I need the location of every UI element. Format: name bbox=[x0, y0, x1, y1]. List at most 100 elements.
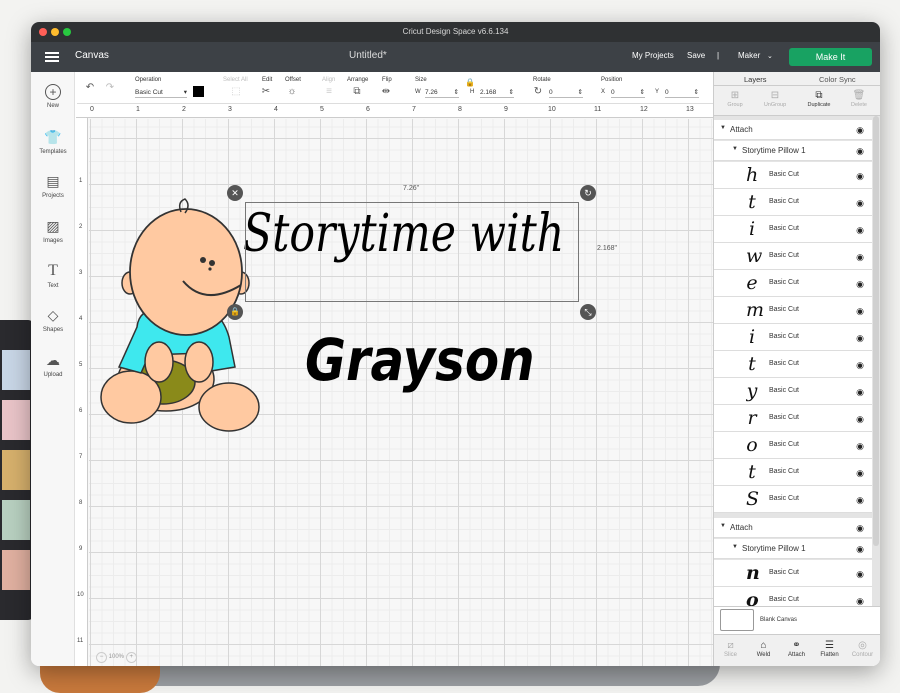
close-window-button[interactable] bbox=[39, 28, 47, 36]
eye-icon[interactable]: ◉ bbox=[856, 596, 864, 606]
menu-icon[interactable] bbox=[45, 52, 59, 62]
layer-group-attach[interactable]: ▼ Attach ◉ bbox=[714, 518, 872, 538]
eye-icon[interactable]: ◉ bbox=[856, 306, 864, 317]
delete-handle-icon[interactable]: ✕ bbox=[227, 185, 243, 201]
stepper-icon[interactable]: ⇕ bbox=[509, 88, 514, 98]
sidebar-item-shapes[interactable]: ◇ Shapes bbox=[31, 306, 75, 333]
layer-row[interactable]: o Basic Cut ◉ bbox=[714, 432, 872, 459]
weld-button[interactable]: ⌂ Weld bbox=[747, 639, 780, 658]
eye-icon[interactable]: ◉ bbox=[856, 441, 864, 452]
eye-icon[interactable]: ◉ bbox=[856, 544, 864, 555]
ungroup-button[interactable]: ⊟ UnGroup bbox=[754, 90, 796, 108]
eye-icon[interactable]: ◉ bbox=[856, 468, 864, 479]
layer-group-pillow[interactable]: ▼ Storytime Pillow 1 ◉ bbox=[714, 141, 872, 161]
make-it-button[interactable]: Make It bbox=[789, 48, 872, 66]
eye-icon[interactable]: ◉ bbox=[856, 125, 864, 136]
redo-icon[interactable]: ↷ bbox=[103, 83, 117, 93]
sidebar-item-templates[interactable]: 👕 Templates bbox=[31, 128, 75, 155]
offset-icon[interactable]: ☼ bbox=[285, 87, 299, 97]
save-button[interactable]: Save bbox=[687, 51, 705, 60]
lock-handle-icon[interactable]: 🔒 bbox=[227, 304, 243, 320]
layer-row[interactable]: t Basic Cut ◉ bbox=[714, 189, 872, 216]
layer-row[interactable]: S Basic Cut ◉ bbox=[714, 486, 872, 513]
collapse-icon[interactable]: ▼ bbox=[720, 125, 726, 131]
layer-group-attach[interactable]: ▼ Attach ◉ bbox=[714, 120, 872, 140]
delete-button[interactable]: 🗑 Delete bbox=[838, 90, 880, 108]
zoom-control[interactable]: − 100% + bbox=[96, 652, 137, 663]
resize-handle-icon[interactable]: ⤡ bbox=[580, 304, 596, 320]
layer-row[interactable]: i Basic Cut ◉ bbox=[714, 216, 872, 243]
tab-layers[interactable]: Layers bbox=[744, 75, 767, 84]
sidebar-item-text[interactable]: T Text bbox=[31, 262, 75, 289]
eye-icon[interactable]: ◉ bbox=[856, 523, 864, 534]
layer-row[interactable]: o Basic Cut ◉ bbox=[714, 587, 872, 606]
layer-row[interactable]: e Basic Cut ◉ bbox=[714, 270, 872, 297]
eye-icon[interactable]: ◉ bbox=[856, 414, 864, 425]
collapse-icon[interactable]: ▼ bbox=[732, 146, 738, 152]
duplicate-button[interactable]: ⧉ Duplicate bbox=[798, 90, 840, 108]
undo-icon[interactable]: ↶ bbox=[83, 83, 97, 93]
zoom-in-icon[interactable]: + bbox=[125, 652, 137, 663]
eye-icon[interactable]: ◉ bbox=[856, 171, 864, 182]
layer-row[interactable]: i Basic Cut ◉ bbox=[714, 324, 872, 351]
layer-row[interactable]: w Basic Cut ◉ bbox=[714, 243, 872, 270]
contour-button[interactable]: ◎ Contour bbox=[846, 639, 879, 658]
blank-canvas-swatch[interactable] bbox=[720, 609, 754, 631]
slice-button[interactable]: ⧄ Slice bbox=[714, 639, 747, 658]
layer-row[interactable]: r Basic Cut ◉ bbox=[714, 405, 872, 432]
attach-button[interactable]: ⚭ Attach bbox=[780, 639, 813, 658]
layers-scrollbar[interactable] bbox=[873, 116, 879, 546]
y-input[interactable]: 0 ⇕ bbox=[665, 88, 699, 98]
flip-icon[interactable]: ⇹ bbox=[379, 87, 393, 97]
edit-icon[interactable]: ✂ bbox=[259, 87, 273, 97]
zoom-window-button[interactable] bbox=[63, 28, 71, 36]
eye-icon[interactable]: ◉ bbox=[856, 279, 864, 290]
sidebar-item-new[interactable]: + New bbox=[31, 84, 75, 109]
group-button[interactable]: ⊞ Group bbox=[714, 90, 756, 108]
eye-icon[interactable]: ◉ bbox=[856, 333, 864, 344]
eye-icon[interactable]: ◉ bbox=[856, 252, 864, 263]
arrange-icon[interactable]: ⧉ bbox=[350, 87, 364, 97]
eye-icon[interactable]: ◉ bbox=[856, 360, 864, 371]
chevron-down-icon[interactable]: ⌄ bbox=[767, 52, 773, 60]
zoom-out-icon[interactable]: − bbox=[96, 652, 107, 663]
select-all-icon[interactable]: ⬚ bbox=[229, 87, 243, 97]
layer-row[interactable]: t Basic Cut ◉ bbox=[714, 351, 872, 378]
stepper-icon[interactable]: ⇕ bbox=[578, 88, 583, 98]
width-input[interactable]: 7.26 ⇕ bbox=[425, 88, 459, 98]
tab-color-sync[interactable]: Color Sync bbox=[819, 75, 856, 84]
eye-icon[interactable]: ◉ bbox=[856, 495, 864, 506]
layer-row[interactable]: m Basic Cut ◉ bbox=[714, 297, 872, 324]
rotate-handle-icon[interactable]: ↻ bbox=[580, 185, 596, 201]
eye-icon[interactable]: ◉ bbox=[856, 198, 864, 209]
minimize-window-button[interactable] bbox=[51, 28, 59, 36]
rotate-input[interactable]: 0 ⇕ bbox=[549, 88, 583, 98]
collapse-icon[interactable]: ▼ bbox=[732, 544, 738, 550]
operation-select[interactable]: Basic Cut ▾ bbox=[135, 88, 187, 98]
machine-select[interactable]: Maker bbox=[738, 51, 760, 60]
eye-icon[interactable]: ◉ bbox=[856, 569, 864, 580]
layer-row[interactable]: t Basic Cut ◉ bbox=[714, 459, 872, 486]
stepper-icon[interactable]: ⇕ bbox=[640, 88, 645, 98]
sidebar-item-images[interactable]: ▨ Images bbox=[31, 217, 75, 244]
eye-icon[interactable]: ◉ bbox=[856, 225, 864, 236]
flatten-button[interactable]: ☰ Flatten bbox=[813, 639, 846, 658]
height-input[interactable]: 2.168 ⇕ bbox=[480, 88, 514, 98]
document-title[interactable]: Untitled* bbox=[349, 50, 387, 61]
selection-box[interactable] bbox=[245, 202, 579, 302]
layer-row[interactable]: h Basic Cut ◉ bbox=[714, 162, 872, 189]
align-icon[interactable]: ≡ bbox=[322, 87, 336, 97]
eye-icon[interactable]: ◉ bbox=[856, 387, 864, 398]
color-swatch[interactable] bbox=[193, 86, 204, 97]
layer-row[interactable]: y Basic Cut ◉ bbox=[714, 378, 872, 405]
collapse-icon[interactable]: ▼ bbox=[720, 523, 726, 529]
text-grayson[interactable]: Grayson bbox=[305, 326, 535, 394]
blank-canvas-row[interactable]: Blank Canvas bbox=[714, 606, 880, 634]
x-input[interactable]: 0 ⇕ bbox=[611, 88, 645, 98]
stepper-icon[interactable]: ⇕ bbox=[694, 88, 699, 98]
layer-row[interactable]: n Basic Cut ◉ bbox=[714, 560, 872, 587]
layer-group-pillow[interactable]: ▼ Storytime Pillow 1 ◉ bbox=[714, 539, 872, 559]
sidebar-item-upload[interactable]: ☁ Upload bbox=[31, 351, 75, 378]
sidebar-item-projects[interactable]: ▤ Projects bbox=[31, 172, 75, 199]
lock-icon[interactable]: 🔒 bbox=[463, 78, 477, 88]
